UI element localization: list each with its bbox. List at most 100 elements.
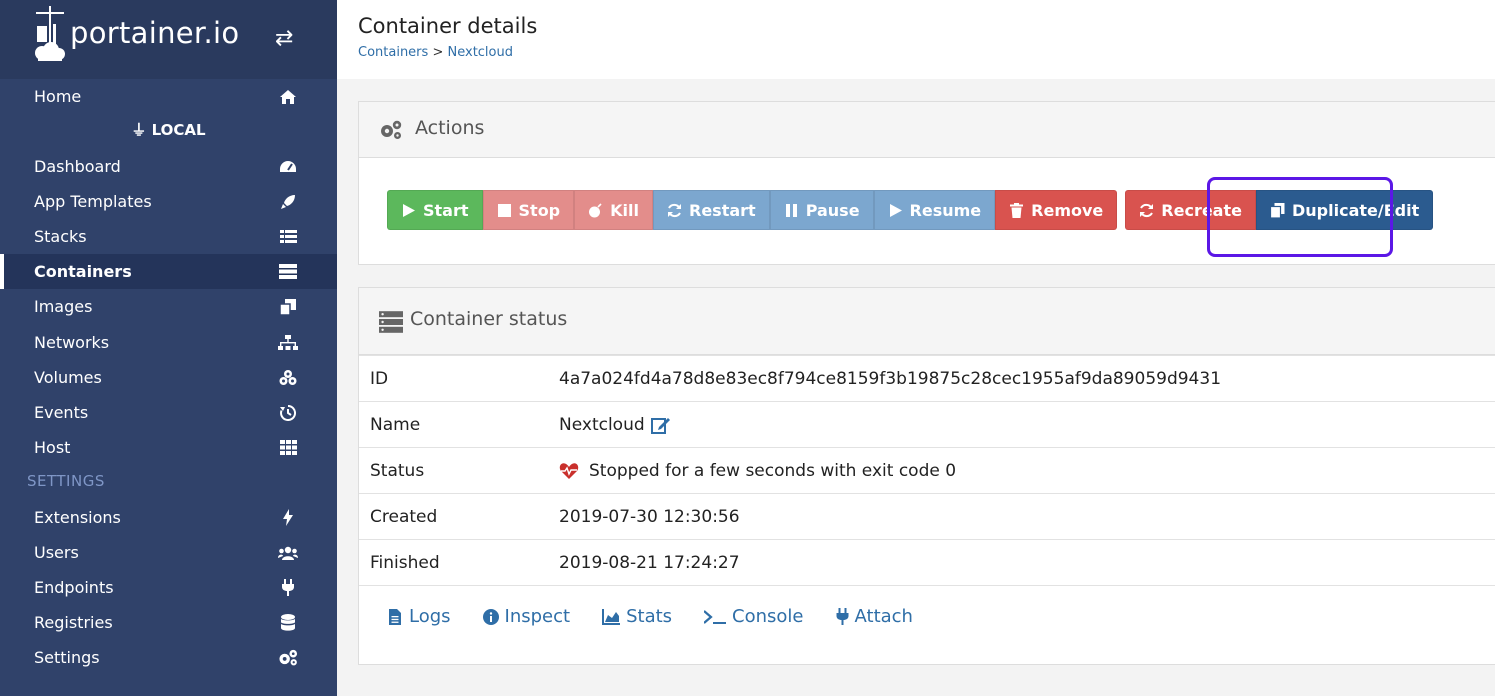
resume-button[interactable]: Resume xyxy=(873,190,996,230)
kill-button-label: Kill xyxy=(610,200,639,220)
sidebar: portainer.io ⇄ Home ⏚ LOCAL Dashboard Ap… xyxy=(0,0,337,696)
trash-icon xyxy=(1010,202,1024,218)
terminal-icon xyxy=(704,609,727,624)
pause-icon xyxy=(785,203,797,217)
area-chart-icon xyxy=(602,608,621,625)
sidebar-item-dashboard[interactable]: Dashboard xyxy=(0,149,337,184)
tachometer-icon xyxy=(278,157,298,177)
sidebar-item-users[interactable]: Users xyxy=(0,535,337,570)
page-header: Container details Containers > Nextcloud xyxy=(337,0,1495,79)
pause-button[interactable]: Pause xyxy=(769,190,874,230)
sidebar-item-events[interactable]: Events xyxy=(0,395,337,430)
container-status-title: Container status xyxy=(410,308,568,330)
inspect-link[interactable]: Inspect xyxy=(482,606,571,627)
sidebar-item-home[interactable]: Home xyxy=(0,79,337,114)
edit-icon[interactable] xyxy=(650,416,671,434)
portainer-logo-icon xyxy=(35,6,65,61)
plug-icon xyxy=(278,578,298,598)
recreate-button[interactable]: Recreate xyxy=(1125,190,1256,230)
start-button[interactable]: Start xyxy=(387,190,483,230)
refresh-icon xyxy=(1140,203,1154,217)
bolt-icon xyxy=(278,508,298,528)
stop-button-label: Stop xyxy=(518,200,561,220)
breadcrumb-current-link[interactable]: Nextcloud xyxy=(448,45,514,60)
container-id-value: 4a7a024fd4a78d8e83ec8f794ce8159f3b19875c… xyxy=(559,369,1222,389)
attach-link[interactable]: Attach xyxy=(836,606,913,627)
sidebar-item-volumes[interactable]: Volumes xyxy=(0,360,337,395)
th-icon xyxy=(278,438,298,458)
page-title: Container details xyxy=(358,14,538,38)
row-key: Status xyxy=(370,461,425,481)
sidebar-item-images[interactable]: Images xyxy=(0,289,337,324)
sidebar-item-endpoints[interactable]: Endpoints xyxy=(0,570,337,605)
created-value: 2019-07-30 12:30:56 xyxy=(559,507,740,527)
row-key: Finished xyxy=(370,553,440,573)
cogs-icon xyxy=(381,120,402,139)
file-icon xyxy=(389,608,401,625)
sidebar-item-registries[interactable]: Registries xyxy=(0,605,337,640)
refresh-icon xyxy=(668,203,681,217)
actions-panel-title: Actions xyxy=(415,117,485,139)
sitemap-icon xyxy=(278,333,298,353)
brand-name: portainer.io xyxy=(70,16,240,50)
actions-panel: Actions Start Stop Kill Restart Pause Re… xyxy=(358,101,1495,265)
sidebar-item-label: Home xyxy=(34,87,82,106)
play-icon xyxy=(403,203,415,217)
inspect-link-label: Inspect xyxy=(504,606,571,627)
status-cell: Stopped for a few seconds with exit code… xyxy=(559,461,956,481)
sidebar-item-stacks[interactable]: Stacks xyxy=(0,219,337,254)
sidebar-item-label: Networks xyxy=(34,333,110,352)
sidebar-toggle-icon[interactable]: ⇄ xyxy=(275,26,293,51)
cubes-icon xyxy=(278,368,298,388)
clone-icon xyxy=(278,297,298,317)
kill-button[interactable]: Kill xyxy=(574,190,653,230)
logs-link-label: Logs xyxy=(409,606,451,627)
sidebar-item-label: Users xyxy=(34,543,79,562)
restart-button-label: Restart xyxy=(689,200,756,220)
sidebar-item-containers[interactable]: Containers xyxy=(0,254,337,289)
history-icon xyxy=(278,403,298,423)
row-key: Created xyxy=(370,507,438,527)
sidebar-item-label: Events xyxy=(34,403,89,422)
logs-link[interactable]: Logs xyxy=(387,606,451,627)
duplicate-edit-button[interactable]: Duplicate/Edit xyxy=(1255,190,1434,230)
info-circle-icon xyxy=(482,608,499,625)
rocket-icon xyxy=(278,192,298,212)
bomb-icon xyxy=(589,202,602,217)
sidebar-item-host[interactable]: Host xyxy=(0,430,337,465)
resume-button-label: Resume xyxy=(909,200,982,220)
sidebar-item-settings[interactable]: Settings xyxy=(0,640,337,675)
stop-button[interactable]: Stop xyxy=(482,190,575,230)
remove-button[interactable]: Remove xyxy=(995,190,1118,230)
breadcrumb-containers-link[interactable]: Containers xyxy=(358,45,428,60)
sidebar-item-networks[interactable]: Networks xyxy=(0,325,337,360)
brand-header: portainer.io ⇄ xyxy=(0,0,337,79)
status-value: Stopped for a few seconds with exit code… xyxy=(589,461,957,481)
container-name-value: Nextcloud xyxy=(559,415,645,435)
status-row-finished: Finished 2019-08-21 17:24:27 xyxy=(359,539,1495,585)
plug-icon: ⏚ xyxy=(131,121,147,139)
duplicate-edit-button-label: Duplicate/Edit xyxy=(1291,200,1420,220)
plug-icon xyxy=(836,608,849,625)
stop-icon xyxy=(497,203,511,217)
stats-link-label: Stats xyxy=(626,606,673,627)
sidebar-item-label: Dashboard xyxy=(34,157,121,176)
sidebar-item-app-templates[interactable]: App Templates xyxy=(0,184,337,219)
breadcrumb-separator: > xyxy=(432,45,444,60)
status-row-name: Name Nextcloud xyxy=(359,401,1495,447)
recreate-button-label: Recreate xyxy=(1161,200,1242,220)
restart-button[interactable]: Restart xyxy=(653,190,770,230)
sidebar-item-label: Registries xyxy=(34,613,113,632)
cogs-icon xyxy=(278,648,298,668)
server-icon xyxy=(379,311,403,333)
sidebar-item-label: App Templates xyxy=(34,192,152,211)
server-icon xyxy=(278,262,298,282)
sidebar-item-extensions[interactable]: Extensions xyxy=(0,500,337,535)
sidebar-item-label: Stacks xyxy=(34,227,87,246)
status-row-id: ID 4a7a024fd4a78d8e83ec8f794ce8159f3b198… xyxy=(359,355,1495,401)
container-status-header: Container status xyxy=(359,288,1495,355)
stats-link[interactable]: Stats xyxy=(602,606,672,627)
home-icon xyxy=(278,87,298,107)
console-link[interactable]: Console xyxy=(704,606,804,627)
console-link-label: Console xyxy=(732,606,804,627)
